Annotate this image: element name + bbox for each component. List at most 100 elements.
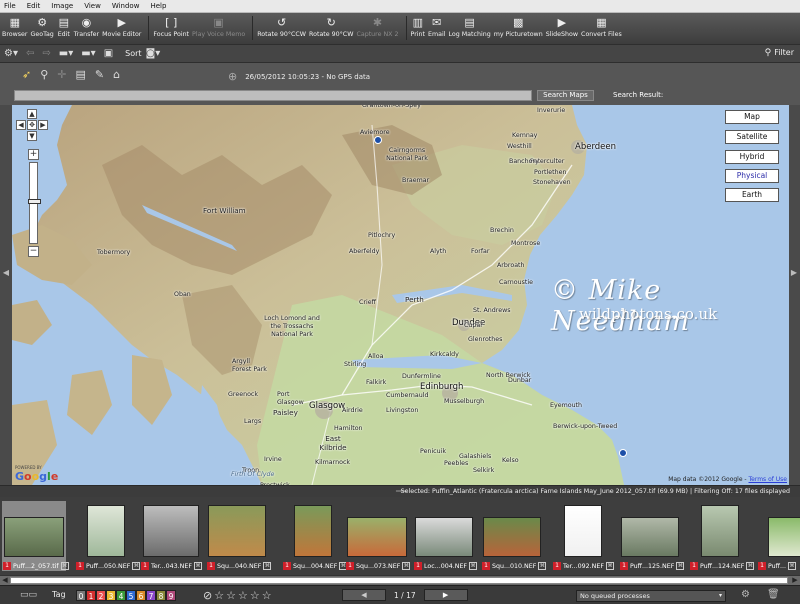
rotate-ccw-button[interactable]: ↺ Rotate 90°CCW	[257, 16, 306, 38]
track-tool-icon[interactable]: ✛	[57, 68, 66, 81]
save-folder-icon[interactable]: ▬▾	[81, 48, 95, 59]
list-icon[interactable]: ▤	[76, 68, 86, 81]
wrench-icon[interactable]: ✎	[95, 68, 104, 81]
previous-page-button[interactable]: ◀	[342, 589, 386, 601]
back-icon[interactable]: ⇦	[26, 48, 34, 59]
color-label-8[interactable]: 8	[156, 590, 166, 601]
capture-nx2-button[interactable]: ✱ Capture NX 2	[356, 16, 398, 38]
thumbnail[interactable]: 1 Squ...010.NEF ⌘	[481, 501, 547, 571]
thumbnail-size-icon[interactable]: ▭▭	[20, 590, 37, 600]
thumbnail[interactable]: 1 Loc...004.NEF ⌘	[413, 501, 478, 571]
forward-icon[interactable]: ⇨	[42, 48, 50, 59]
star-icon[interactable]: ☆	[226, 589, 236, 602]
color-label-6[interactable]: 6	[136, 590, 146, 601]
thumbnail[interactable]: 1 Puff...2_057.tif ⌘	[2, 501, 69, 571]
print-button[interactable]: ▥ Print	[411, 16, 426, 38]
picturetown-button[interactable]: ▩ my Picturetown	[494, 16, 543, 38]
menu-edit[interactable]: Edit	[27, 2, 41, 10]
toolbar-label: Capture NX 2	[356, 31, 399, 38]
place-label: Carnoustie	[499, 279, 533, 286]
photo-location-pin[interactable]	[374, 136, 382, 144]
color-label-3[interactable]: 3	[106, 590, 116, 601]
rotate-cw-button[interactable]: ↻ Rotate 90°CW	[309, 16, 353, 38]
map-type-map-button[interactable]: Map	[725, 110, 779, 124]
log-matching-button[interactable]: ▤ Log Matching	[449, 16, 491, 38]
convert-files-button[interactable]: ▦ Convert Files	[581, 16, 622, 38]
menu-image[interactable]: Image	[51, 2, 73, 10]
window-icon[interactable]: ▣	[104, 48, 113, 59]
photo-location-pin[interactable]	[619, 449, 627, 457]
color-label-4[interactable]: 4	[116, 590, 126, 601]
thumbnail[interactable]: 1 Ter...092.NEF ⌘	[552, 501, 614, 571]
pan-left-icon[interactable]: ◀	[16, 120, 26, 130]
color-label-9[interactable]: 9	[166, 590, 176, 601]
filmstrip-scrollbar[interactable]: ◀ ▶	[0, 575, 800, 585]
pointer-tool-icon[interactable]: ➶	[22, 68, 31, 81]
queue-settings-icon[interactable]: ⚙	[741, 589, 750, 600]
voice-memo-button[interactable]: ▣ Play Voice Memo	[192, 16, 245, 38]
thumbnail[interactable]: 1 Squ...040.NEF ⌘	[206, 501, 272, 571]
reject-icon[interactable]: ⊘	[203, 589, 212, 602]
folder-icon[interactable]: ▬▾	[59, 48, 73, 59]
pin-tool-icon[interactable]: ⚲	[40, 68, 48, 81]
map-type-earth-button[interactable]: Earth	[725, 188, 779, 202]
menu-file[interactable]: File	[4, 2, 16, 10]
email-button[interactable]: ✉ Email	[428, 16, 445, 38]
thumbnail[interactable]: 1 Puff...124.NEF ⌘	[689, 501, 755, 571]
map-type-hybrid-button[interactable]: Hybrid	[725, 150, 779, 164]
zoom-slider[interactable]	[28, 162, 41, 244]
scroll-right-icon[interactable]: ▶	[790, 576, 800, 584]
scroll-track[interactable]	[10, 577, 788, 584]
pan-down-icon[interactable]: ▼	[27, 131, 37, 141]
menu-window[interactable]: Window	[112, 2, 140, 10]
next-page-button[interactable]: ▶	[423, 589, 468, 601]
map-type-physical-button[interactable]: Physical	[725, 169, 779, 183]
queue-status-dropdown[interactable]: No queued processes ▾	[576, 590, 726, 602]
edit-button[interactable]: ▤ Edit	[57, 16, 71, 38]
star-icon[interactable]: ☆	[238, 589, 248, 602]
view-mode-icon[interactable]: ⚙▾	[4, 48, 18, 59]
camera-sort-icon[interactable]: ◙▾	[146, 48, 161, 59]
home-icon[interactable]: ⌂	[113, 68, 120, 81]
star-icon[interactable]: ☆	[262, 589, 272, 602]
star-icon[interactable]: ☆	[214, 589, 224, 602]
pan-right-icon[interactable]: ▶	[38, 120, 48, 130]
thumbnail[interactable]: 1 Puff... ⌘	[757, 501, 800, 571]
color-label-7[interactable]: 7	[146, 590, 156, 601]
color-label-0[interactable]: 0	[76, 590, 86, 601]
star-icon[interactable]: ☆	[250, 589, 260, 602]
thumbnail[interactable]: 1 Puff...050.NEF ⌘	[75, 501, 141, 571]
place-label: Brechin	[490, 227, 514, 234]
search-maps-button[interactable]: Search Maps	[537, 90, 594, 101]
thumbnail[interactable]: 1 Puff...125.NEF ⌘	[619, 501, 685, 571]
slideshow-button[interactable]: ▶ SlideShow	[546, 16, 578, 38]
pan-up-icon[interactable]: ▲	[27, 109, 37, 119]
zoom-out-button[interactable]: −	[28, 246, 39, 257]
zoom-slider-thumb[interactable]	[28, 199, 41, 204]
geotag-button[interactable]: ⚙ GeoTag	[31, 16, 54, 38]
menu-view[interactable]: View	[84, 2, 101, 10]
thumbnail[interactable]: 1 Squ...073.NEF ⌘	[345, 501, 411, 571]
right-panel-arrow-icon[interactable]: ▶	[789, 268, 799, 278]
thumbnail[interactable]: 1 Ter...043.NEF ⌘	[140, 501, 202, 571]
transfer-button[interactable]: ◉ Transfer	[74, 16, 99, 38]
menu-help[interactable]: Help	[150, 2, 166, 10]
zoom-in-button[interactable]: +	[28, 149, 39, 160]
color-label-2[interactable]: 2	[96, 590, 106, 601]
search-maps-input[interactable]	[14, 90, 532, 101]
movie-editor-button[interactable]: ▶ Movie Editor	[102, 16, 141, 38]
thumbnail[interactable]: 1 Squ...004.NEF ⌘	[282, 501, 348, 571]
filter-button[interactable]: ⚲ Filter	[765, 48, 794, 58]
focus-point-button[interactable]: [ ] Focus Point	[153, 16, 189, 38]
terms-of-use-link[interactable]: Terms of Use	[749, 476, 787, 483]
map-type-satellite-button[interactable]: Satellite	[725, 130, 779, 144]
scroll-left-icon[interactable]: ◀	[0, 576, 10, 584]
trash-icon[interactable]: 🗑	[767, 589, 780, 600]
pan-center-icon[interactable]: ✥	[27, 120, 37, 130]
map-view[interactable]: Grantown-on-Spey Aviemore Cairngorms Natio…	[12, 105, 789, 485]
sort-label[interactable]: Sort	[125, 49, 141, 58]
color-label-5[interactable]: 5	[126, 590, 136, 601]
browser-button[interactable]: ▦ Browser	[2, 16, 28, 38]
left-panel-arrow-icon[interactable]: ◀	[1, 268, 11, 278]
color-label-1[interactable]: 1	[86, 590, 96, 601]
